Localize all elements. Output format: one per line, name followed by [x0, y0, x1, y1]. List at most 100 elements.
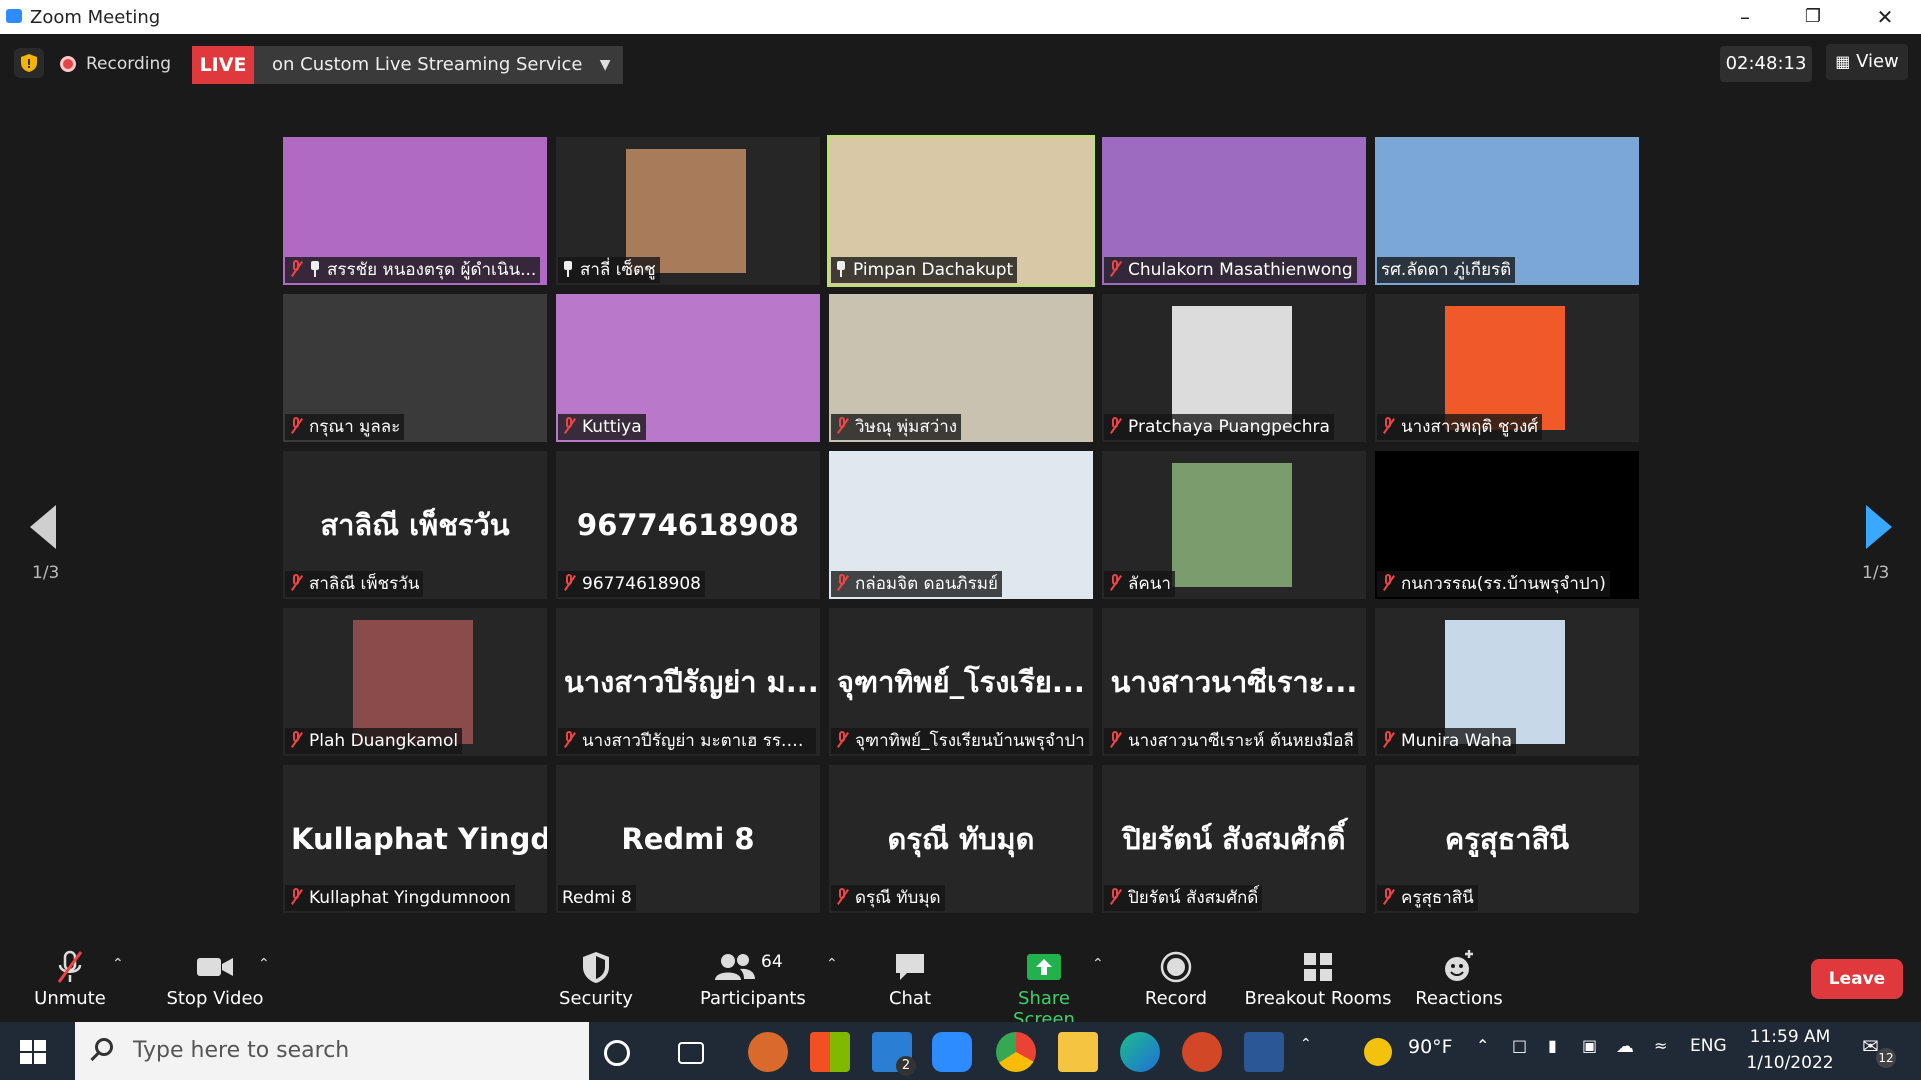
participant-tile[interactable]: กนกวรรณ(รร.บ้านพรุจำปา) [1375, 451, 1639, 599]
task-view-icon[interactable] [678, 1042, 704, 1064]
participant-tile[interactable]: นางสาวปีรัญย่า ม... นางสาวปีรัญย่า มะตาเฮ… [556, 608, 820, 756]
participant-name-label: สาลิณี เพ็ชรวัน [285, 571, 424, 597]
muted-mic-icon [1108, 574, 1122, 592]
participant-tile[interactable]: Pratchaya Puangpechra [1102, 294, 1366, 442]
participant-tile[interactable]: กรุณา มูลละ [283, 294, 547, 442]
participant-tile[interactable]: Kuttiya [556, 294, 820, 442]
record-button[interactable]: Record [1136, 948, 1216, 1009]
taskbar-search-box[interactable]: Type here to search [75, 1022, 589, 1080]
taskbar-scroll-icon[interactable]: ⌃ [1300, 1036, 1312, 1052]
cortana-icon[interactable] [604, 1040, 630, 1066]
participant-tile[interactable]: ปิยรัตน์ สังสมศักดิ์ ปิยรัตน์ สังสมศักดิ์ [1102, 765, 1366, 913]
participant-tile[interactable]: สาลิณี เพ็ชรวัน สาลิณี เพ็ชรวัน [283, 451, 547, 599]
word-icon[interactable] [1244, 1032, 1284, 1072]
microsoft-store-icon[interactable] [810, 1032, 850, 1072]
participant-name: ดรุณี ทับมุด [855, 888, 941, 908]
participant-name-label: Munira Waha [1377, 728, 1517, 754]
weather-temp[interactable]: 90°F [1408, 1036, 1453, 1058]
page-indicator-left: 1/3 [32, 563, 60, 583]
participant-tile[interactable]: ลัคนา [1102, 451, 1366, 599]
share-options-caret-icon[interactable]: ⌃ [1092, 956, 1104, 972]
photoscape-icon[interactable] [748, 1032, 788, 1072]
participant-name: กรุณา มูลละ [309, 417, 401, 437]
participant-tile[interactable]: Kullaphat Yingd... Kullaphat Yingdumnoon [283, 765, 547, 913]
participant-name: วิษณุ พุ่มสว่าง [855, 417, 958, 437]
close-icon[interactable]: ✕ [1855, 2, 1915, 32]
reactions-label: Reactions [1415, 988, 1503, 1009]
microphone-tray-icon[interactable]: ▮ [1548, 1036, 1557, 1055]
participant-tile[interactable]: นางสาวพฤติ ชูวงศ์ [1375, 294, 1639, 442]
participant-tile[interactable]: สรรชัย หนองตรุด ผู้ดำเนิน... [283, 137, 547, 285]
file-explorer-icon[interactable] [1058, 1032, 1098, 1072]
participant-tile[interactable]: ดรุณี ทับมุด ดรุณี ทับมุด [829, 765, 1093, 913]
pin-icon [562, 261, 574, 277]
onedrive-icon[interactable]: ☁ [1616, 1036, 1634, 1057]
muted-mic-icon [835, 417, 849, 435]
participant-tile[interactable]: ครูสุธาสินี ครูสุธาสินี [1375, 765, 1639, 913]
participant-name-label: Kullaphat Yingdumnoon [285, 885, 515, 911]
participant-video [1172, 463, 1292, 587]
share-screen-button[interactable]: Share Screen [986, 948, 1102, 1030]
participants-options-caret-icon[interactable]: ⌃ [826, 956, 838, 972]
input-language[interactable]: ENG [1690, 1036, 1727, 1056]
previous-page-arrow-icon[interactable] [30, 505, 56, 549]
security-button[interactable]: Security [556, 948, 636, 1009]
tray-overflow-icon[interactable]: ⌃ [1476, 1036, 1489, 1055]
participant-tile[interactable]: Munira Waha [1375, 608, 1639, 756]
participant-tile[interactable]: Pimpan Dachakupt [827, 135, 1095, 287]
participant-tile[interactable]: จุฑาทิพย์_โรงเรีย... จุฑาทิพย์_โรงเรียนบ้… [829, 608, 1093, 756]
powerpoint-icon[interactable] [1182, 1032, 1222, 1072]
edge-icon[interactable] [1120, 1032, 1160, 1072]
chrome-icon[interactable] [996, 1032, 1036, 1072]
restore-icon[interactable]: ❐ [1783, 2, 1843, 32]
live-stream-control[interactable]: LIVE on Custom Live Streaming Service ▼ [192, 46, 623, 84]
windows-start-icon[interactable] [20, 1040, 46, 1064]
recording-indicator[interactable]: Recording [60, 48, 171, 80]
minimize-icon[interactable]: – [1715, 2, 1775, 32]
video-options-caret-icon[interactable]: ⌃ [258, 956, 270, 972]
participant-name: นางสาวพฤติ ชูวงศ์ [1401, 417, 1539, 437]
security-shield-icon[interactable] [14, 48, 44, 78]
search-placeholder: Type here to search [133, 1038, 350, 1063]
participant-name-label: Chulakorn Masathienwong [1104, 257, 1357, 283]
breakout-rooms-button[interactable]: Breakout Rooms [1244, 948, 1392, 1009]
muted-mic-icon [562, 574, 576, 592]
participant-tile[interactable]: Plah Duangkamol [283, 608, 547, 756]
participant-tile[interactable]: 96774618908 96774618908 [556, 451, 820, 599]
live-badge: LIVE [192, 46, 254, 84]
zoom-taskbar-icon[interactable] [932, 1032, 972, 1072]
participant-tile[interactable]: Chulakorn Masathienwong [1102, 137, 1366, 285]
participant-display-name: นางสาวปีรัญย่า ม... [564, 665, 819, 699]
muted-mic-icon [835, 888, 849, 906]
participant-video [1172, 306, 1292, 430]
participant-tile[interactable]: กล่อมจิต ดอนภิรมย์ [829, 451, 1093, 599]
chat-button[interactable]: Chat [868, 948, 952, 1009]
participant-name-label: กรุณา มูลละ [285, 414, 405, 440]
participants-button[interactable]: 64 Participants [700, 948, 806, 1009]
audio-options-caret-icon[interactable]: ⌃ [112, 956, 124, 972]
leave-button[interactable]: Leave [1811, 959, 1903, 999]
wifi-icon[interactable]: ≈ [1654, 1036, 1667, 1055]
participant-display-name: จุฑาทิพย์_โรงเรีย... [837, 665, 1085, 699]
next-page-arrow-icon[interactable] [1866, 505, 1892, 549]
participant-name: สรรชัย หนองตรุด ผู้ดำเนิน... [327, 260, 537, 280]
unmute-button[interactable]: Unmute [30, 948, 110, 1009]
meet-now-icon[interactable]: □ [1512, 1036, 1527, 1055]
display-tray-icon[interactable]: ▣ [1582, 1036, 1597, 1055]
mail-icon[interactable]: 2 [872, 1032, 916, 1076]
participant-name: จุฑาทิพย์_โรงเรียนบ้านพรุจำปา [855, 731, 1085, 751]
participant-tile[interactable]: สาลี่ เซ็ตชู [556, 137, 820, 285]
participant-tile[interactable]: Redmi 8 Redmi 8 [556, 765, 820, 913]
participant-tile[interactable]: วิษณุ พุ่มสว่าง [829, 294, 1093, 442]
video-camera-icon [195, 948, 235, 986]
participant-tile[interactable]: นางสาวนาซีเราะ... นางสาวนาซีเราะห์ ต้นหยง… [1102, 608, 1366, 756]
reactions-button[interactable]: Reactions [1412, 948, 1506, 1009]
participant-display-name: Kullaphat Yingd... [291, 822, 547, 856]
live-service-dropdown[interactable]: on Custom Live Streaming Service ▼ [254, 46, 623, 84]
stop-video-button[interactable]: Stop Video [160, 948, 270, 1009]
participant-tile[interactable]: รศ.ลัดดา ภู่เกียรติ [1375, 137, 1639, 285]
taskbar-clock[interactable]: 11:59 AM 1/10/2022 [1730, 1024, 1850, 1076]
notifications-icon[interactable]: ✉ 12 [1862, 1034, 1896, 1068]
view-button[interactable]: ▦ View [1826, 44, 1908, 80]
participant-name: นางสาวปีรัญย่า มะตาเฮ รร.บ้า... [582, 731, 816, 751]
